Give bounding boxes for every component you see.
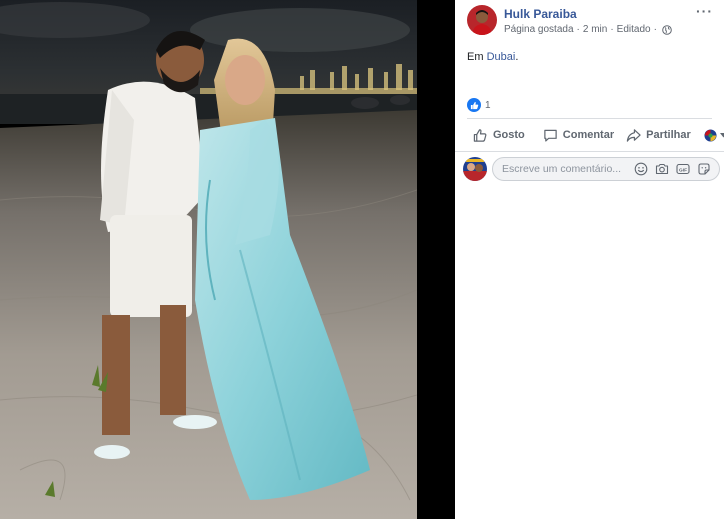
location-link[interactable]: Dubai: [487, 51, 516, 63]
post-time[interactable]: 2 min: [583, 24, 607, 35]
divider: [455, 151, 724, 152]
user-avatar[interactable]: [463, 157, 487, 181]
chevron-down-icon: [719, 132, 724, 137]
meta-separator: ·: [610, 24, 614, 35]
comment-label: Comentar: [562, 129, 615, 141]
audience-selector[interactable]: [704, 121, 724, 149]
camera-icon[interactable]: [655, 162, 669, 176]
like-reaction-icon: [467, 98, 481, 112]
avatar-image: [463, 157, 487, 181]
post-header: Hulk Paraiba Página gostada · 2 min · Ed…: [467, 4, 724, 37]
globe-icon[interactable]: [662, 24, 672, 35]
share-arrow-icon: [626, 128, 641, 142]
comment-placeholder: Escreve um comentário...: [502, 163, 622, 175]
like-label: Gosto: [493, 129, 525, 141]
speech-bubble-icon: [544, 129, 557, 142]
sticker-icon[interactable]: [697, 162, 711, 176]
post-meta: Página gostada · 2 min · Editado ·: [504, 24, 672, 35]
share-button[interactable]: Partilhar: [626, 121, 691, 149]
post-photo[interactable]: [0, 0, 455, 519]
post-sidebar: Hulk Paraiba Página gostada · 2 min · Ed…: [455, 0, 724, 519]
svg-text:GIF: GIF: [679, 167, 687, 173]
reaction-count[interactable]: 1: [485, 100, 491, 111]
comment-tools: GIF: [634, 162, 719, 176]
gif-icon[interactable]: GIF: [676, 162, 690, 176]
thumbs-up-icon: [473, 128, 487, 142]
reactions-summary[interactable]: 1: [467, 97, 491, 113]
comment-composer: Escreve um comentário... GIF: [463, 156, 720, 182]
post-text: Em Dubai.: [467, 51, 518, 63]
liked-status: Página gostada: [504, 24, 574, 35]
emoji-icon[interactable]: [634, 162, 648, 176]
post-text-prefix: Em: [467, 51, 487, 63]
more-options-icon[interactable]: ···: [696, 4, 714, 21]
like-button[interactable]: Gosto: [473, 121, 525, 149]
edited-label[interactable]: Editado: [617, 24, 651, 35]
comment-input[interactable]: Escreve um comentário... GIF: [492, 157, 720, 181]
post-actions-bar: Gosto Comentar Partilhar: [467, 121, 724, 149]
meta-separator: ·: [653, 24, 657, 35]
divider: [467, 118, 712, 119]
page-avatar[interactable]: [467, 5, 497, 35]
meta-separator: ·: [576, 24, 580, 35]
audience-selector-icon: [704, 128, 717, 142]
photo-letterbox: [417, 0, 455, 519]
beach-night-photo: [0, 0, 417, 519]
thumbs-up-icon: [470, 101, 478, 109]
avatar-image: [467, 5, 497, 35]
comment-button[interactable]: Comentar: [543, 121, 614, 149]
post-text-suffix: .: [515, 51, 519, 63]
share-label: Partilhar: [646, 129, 691, 141]
page-name-link[interactable]: Hulk Paraiba: [504, 7, 577, 21]
